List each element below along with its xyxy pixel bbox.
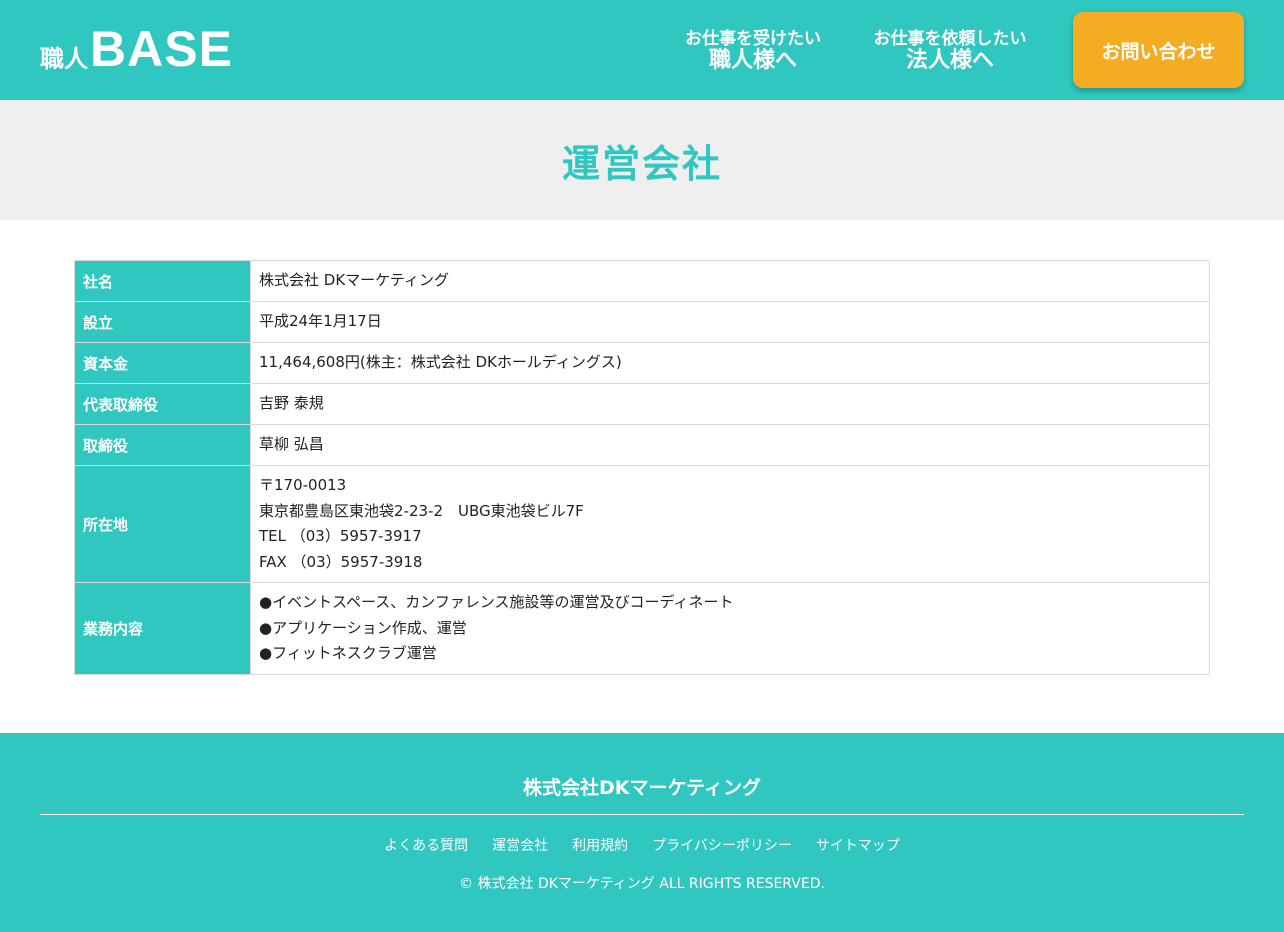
footer-divider bbox=[40, 814, 1244, 815]
row-value-business: ●イベントスペース、カンファレンス施設等の運営及びコーディネート ●アプリケーシ… bbox=[250, 582, 1210, 675]
company-info-table: 社名 株式会社 DKマーケティング 設立 平成24年1月17日 資本金 11,4… bbox=[74, 260, 1210, 675]
logo-ja-text: 職人 bbox=[40, 45, 88, 73]
site-logo[interactable]: 職人 BASE bbox=[40, 21, 233, 77]
table-row: 社名 株式会社 DKマーケティング bbox=[74, 260, 1210, 302]
value-line: 株式会社 DKマーケティング bbox=[259, 271, 449, 290]
table-row: 業務内容 ●イベントスペース、カンファレンス施設等の運営及びコーディネート ●ア… bbox=[74, 582, 1210, 675]
nav-worker-label: 職人様へ bbox=[708, 47, 797, 73]
row-value-director: 草柳 弘昌 bbox=[250, 424, 1210, 466]
footer-link-privacy[interactable]: プライバシーポリシー bbox=[652, 835, 792, 855]
row-label-company-name: 社名 bbox=[74, 260, 251, 302]
page-hero: 運営会社 bbox=[0, 100, 1284, 220]
row-value-capital: 11,464,608円(株主：株式会社 DKホールディングス) bbox=[250, 342, 1210, 384]
row-label-ceo: 代表取締役 bbox=[74, 383, 251, 425]
value-line: 草柳 弘昌 bbox=[259, 435, 324, 454]
row-label-business: 業務内容 bbox=[74, 582, 251, 675]
footer-link-terms[interactable]: 利用規約 bbox=[572, 835, 628, 855]
table-row: 所在地 〒170-0013 東京都豊島区東池袋2-23-2 UBG東池袋ビル7F… bbox=[74, 465, 1210, 583]
postal-code: 〒170-0013 bbox=[259, 476, 347, 494]
row-label-established: 設立 bbox=[74, 301, 251, 343]
footer-link-company[interactable]: 運営会社 bbox=[492, 835, 548, 855]
page-title: 運営会社 bbox=[561, 141, 722, 186]
nav-client-label: 法人様へ bbox=[905, 47, 994, 73]
logo-en-text: BASE bbox=[90, 21, 233, 77]
table-row: 取締役 草柳 弘昌 bbox=[74, 424, 1210, 466]
row-label-address: 所在地 bbox=[74, 465, 251, 583]
value-line: 11,464,608円(株主：株式会社 DKホールディングス) bbox=[259, 353, 622, 372]
copyright-text: © 株式会社 DKマーケティング ALL RIGHTS RESERVED. bbox=[459, 876, 825, 892]
business-item: ●アプリケーション作成、運営 bbox=[259, 618, 467, 637]
nav-worker-link[interactable]: お仕事を受けたい 職人様へ bbox=[678, 30, 828, 73]
business-item: ●イベントスペース、カンファレンス施設等の運営及びコーディネート bbox=[259, 593, 734, 611]
street-address: 東京都豊島区東池袋2-23-2 UBG東池袋ビル7F bbox=[259, 501, 584, 520]
footer-company-name: 株式会社DKマーケティング bbox=[523, 777, 761, 799]
table-row: 資本金 11,464,608円(株主：株式会社 DKホールディングス) bbox=[74, 342, 1210, 384]
footer-nav: よくある質問 運営会社 利用規約 プライバシーポリシー サイトマップ bbox=[0, 835, 1284, 855]
value-line: 平成24年1月17日 bbox=[259, 312, 382, 331]
phone-number: TEL （03）5957-3917 bbox=[259, 527, 422, 545]
site-footer: 株式会社DKマーケティング よくある質問 運営会社 利用規約 プライバシーポリシ… bbox=[0, 733, 1284, 932]
business-item: ●フィットネスクラブ運営 bbox=[259, 644, 437, 662]
row-value-address: 〒170-0013 東京都豊島区東池袋2-23-2 UBG東池袋ビル7F TEL… bbox=[250, 465, 1210, 583]
row-label-capital: 資本金 bbox=[74, 342, 251, 384]
nav-client-link[interactable]: お仕事を依頼したい 法人様へ bbox=[866, 30, 1034, 73]
footer-link-faq[interactable]: よくある質問 bbox=[384, 835, 468, 855]
site-header: 職人 BASE お仕事を受けたい 職人様へ お仕事を依頼したい 法人様へ お問い… bbox=[0, 0, 1284, 100]
row-value-established: 平成24年1月17日 bbox=[250, 301, 1210, 343]
fax-number: FAX （03）5957-3918 bbox=[259, 552, 423, 571]
row-value-ceo: 吉野 泰規 bbox=[250, 383, 1210, 425]
row-label-director: 取締役 bbox=[74, 424, 251, 466]
nav-worker-caption: お仕事を受けたい bbox=[685, 29, 821, 49]
row-value-company-name: 株式会社 DKマーケティング bbox=[250, 260, 1210, 302]
footer-link-sitemap[interactable]: サイトマップ bbox=[816, 835, 900, 855]
table-row: 設立 平成24年1月17日 bbox=[74, 301, 1210, 343]
contact-button[interactable]: お問い合わせ bbox=[1073, 12, 1244, 88]
value-line: 吉野 泰規 bbox=[259, 394, 324, 413]
table-row: 代表取締役 吉野 泰規 bbox=[74, 383, 1210, 425]
nav-client-caption: お仕事を依頼したい bbox=[873, 29, 1027, 49]
